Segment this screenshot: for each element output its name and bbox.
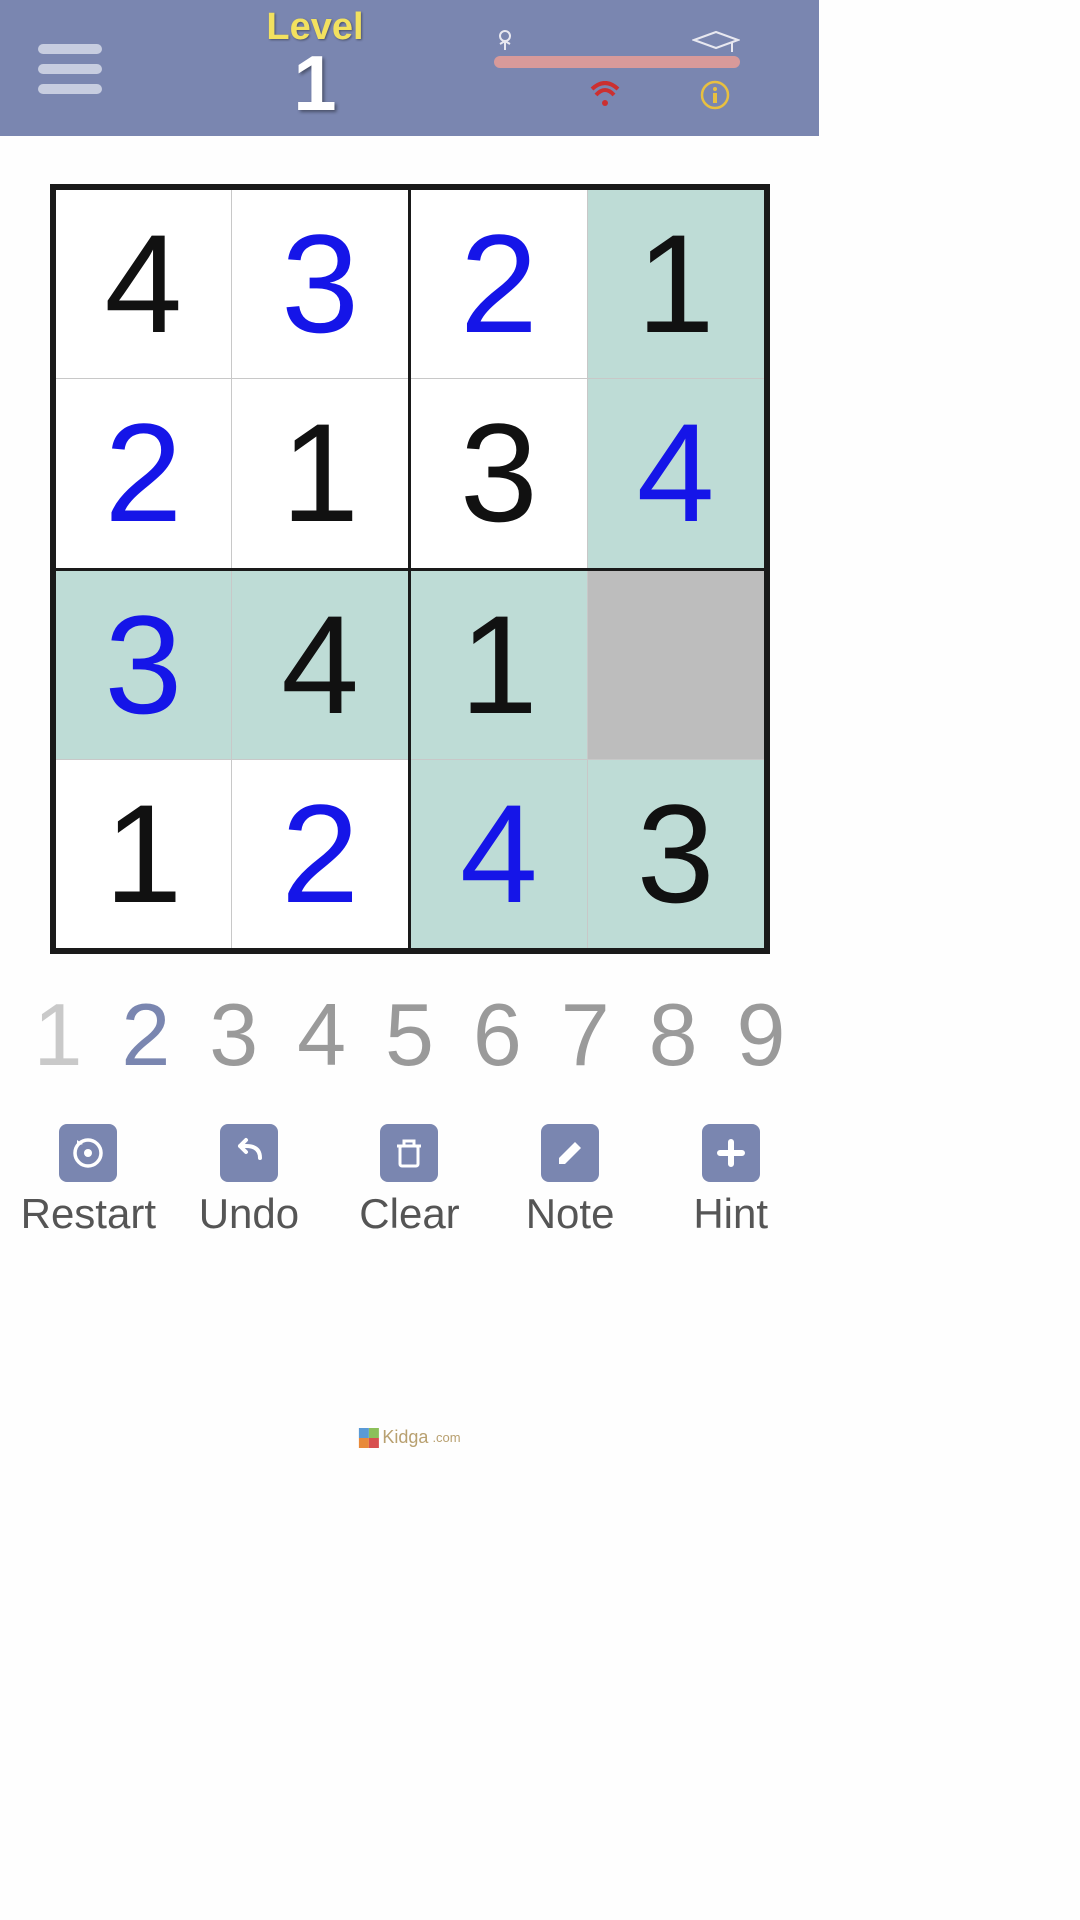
- sudoku-grid: 4 3 2 1 2 1 3 4 3 4 1 2 1 4 3: [50, 184, 770, 954]
- grid-cell[interactable]: 3: [56, 571, 232, 759]
- numpad-2[interactable]: 2: [106, 984, 186, 1086]
- numpad-1[interactable]: 1: [18, 984, 98, 1086]
- grid-block: 4 3 2 1: [56, 190, 409, 568]
- footer-brand[interactable]: Kidga .com: [358, 1427, 460, 1448]
- grid-cell[interactable]: 1: [232, 379, 408, 567]
- pencil-icon: [541, 1124, 599, 1182]
- grid-cell[interactable]: 2: [56, 379, 232, 567]
- level-number: 1: [230, 44, 400, 122]
- grid-cell[interactable]: [588, 571, 764, 759]
- grid-cell[interactable]: 2: [411, 190, 587, 378]
- undo-button[interactable]: Undo: [174, 1124, 324, 1238]
- grid-cell[interactable]: 4: [56, 190, 232, 378]
- grid-cell[interactable]: 3: [411, 379, 587, 567]
- grid-block: 3 4 1 2: [56, 571, 409, 949]
- grid-block: 1 4 3: [411, 571, 764, 949]
- numpad-5[interactable]: 5: [370, 984, 450, 1086]
- numpad-7[interactable]: 7: [545, 984, 625, 1086]
- brand-tld: .com: [432, 1430, 460, 1445]
- grid-block: 2 1 3 4: [411, 190, 764, 568]
- grid-cell[interactable]: 1: [56, 760, 232, 948]
- numpad-6[interactable]: 6: [457, 984, 537, 1086]
- numpad-9[interactable]: 9: [721, 984, 801, 1086]
- numpad-3[interactable]: 3: [194, 984, 274, 1086]
- grid-cell[interactable]: 1: [411, 571, 587, 759]
- skill-progress: [494, 30, 740, 68]
- undo-label: Undo: [199, 1190, 299, 1238]
- brand-logo-icon: [358, 1428, 378, 1448]
- brand-name: Kidga: [382, 1427, 428, 1448]
- numpad-8[interactable]: 8: [633, 984, 713, 1086]
- restart-button[interactable]: Restart: [13, 1124, 163, 1238]
- grid-cell[interactable]: 4: [411, 760, 587, 948]
- undo-icon: [220, 1124, 278, 1182]
- trash-icon: [380, 1124, 438, 1182]
- info-button[interactable]: [700, 80, 730, 115]
- grid-cell[interactable]: 4: [232, 571, 408, 759]
- progress-bar: [494, 56, 740, 68]
- grid-cell[interactable]: 3: [588, 760, 764, 948]
- menu-button[interactable]: [38, 44, 102, 94]
- level-indicator: Level 1: [230, 6, 400, 122]
- beginner-icon: [494, 30, 516, 54]
- restart-icon: [59, 1124, 117, 1182]
- restart-label: Restart: [21, 1190, 156, 1238]
- note-button[interactable]: Note: [495, 1124, 645, 1238]
- clear-label: Clear: [359, 1190, 459, 1238]
- plus-icon: [702, 1124, 760, 1182]
- toolbar: Restart Undo Clear Note Hint: [0, 1086, 819, 1238]
- number-pad: 1 2 3 4 5 6 7 8 9: [0, 954, 819, 1086]
- grid-cell[interactable]: 2: [232, 760, 408, 948]
- grid-cell[interactable]: 4: [588, 379, 764, 567]
- hint-label: Hint: [693, 1190, 768, 1238]
- expert-icon: [692, 30, 740, 54]
- clear-button[interactable]: Clear: [334, 1124, 484, 1238]
- game-area: 4 3 2 1 2 1 3 4 3 4 1 2 1 4 3: [0, 136, 819, 954]
- grid-cell[interactable]: 3: [232, 190, 408, 378]
- wifi-alert-icon[interactable]: [590, 81, 620, 114]
- grid-cell[interactable]: 1: [588, 190, 764, 378]
- header-bar: Level 1: [0, 0, 819, 136]
- numpad-4[interactable]: 4: [282, 984, 362, 1086]
- note-label: Note: [526, 1190, 615, 1238]
- hint-button[interactable]: Hint: [656, 1124, 806, 1238]
